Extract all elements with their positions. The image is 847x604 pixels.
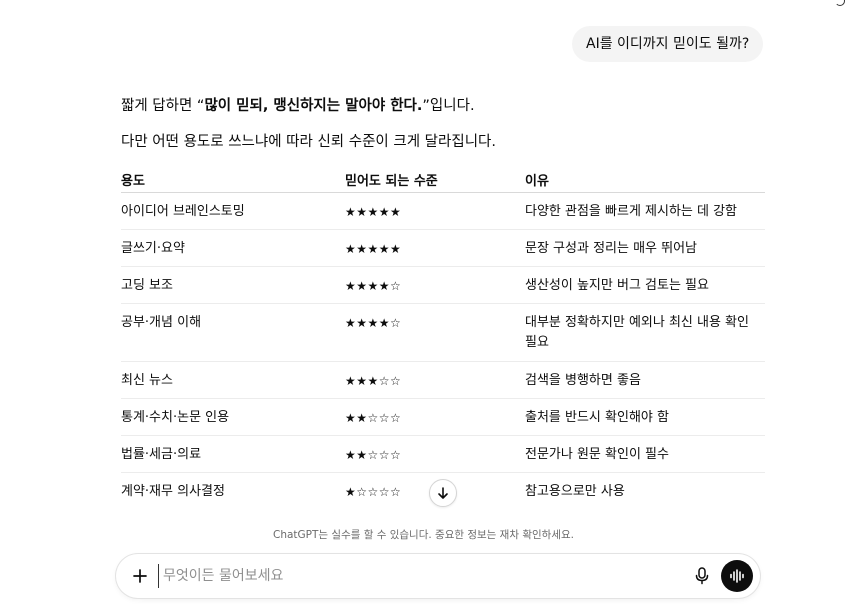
cell-use: 고딩 보조 <box>121 266 345 304</box>
table-header-row: 용도 믿어도 되는 수준 이유 <box>121 166 765 193</box>
cell-stars: ★★☆☆☆ <box>345 435 525 473</box>
arrow-down-icon <box>438 487 448 499</box>
cell-stars: ★★★★☆ <box>345 303 525 362</box>
cell-reason: 다양한 관점을 빠르게 제시하는 데 강함 <box>525 192 765 230</box>
table-row: 공부·개념 이해 ★★★★☆ 대부분 정확하지만 예외나 최신 내용 확인 필요 <box>121 303 765 362</box>
voice-mode-button[interactable] <box>721 560 753 592</box>
cell-reason: 문장 구성과 정리는 매우 뛰어남 <box>525 229 765 267</box>
cell-stars: ★★☆☆☆ <box>345 398 525 436</box>
table-row: 통계·수치·논문 인용 ★★☆☆☆ 출처를 반드시 확인해야 함 <box>121 398 765 436</box>
header-use: 용도 <box>121 166 345 193</box>
answer-summary-bold: 많이 믿되, 맹신하지는 말아야 한다. <box>204 98 423 114</box>
cell-use: 통계·수치·논문 인용 <box>121 398 345 436</box>
cell-use: 아이디어 브레인스토밍 <box>121 192 345 230</box>
cell-reason: 대부분 정확하지만 예외나 최신 내용 확인 필요 <box>525 303 765 362</box>
answer-intro: 다만 어떤 용도로 쓰느냐에 따라 신뢰 수준이 크게 달라집니다. <box>121 134 496 150</box>
table-row: 글쓰기·요약 ★★★★★ 문장 구성과 정리는 매우 뛰어남 <box>121 229 765 267</box>
cell-use: 계약·재무 의사결정 <box>121 484 225 499</box>
cell-use: 글쓰기·요약 <box>121 229 345 267</box>
cell-use: 최신 뉴스 <box>121 361 345 399</box>
cell-reason: 전문가나 원문 확인이 필수 <box>525 435 765 473</box>
user-message-bubble: AI를 이디까지 믿이도 될까? <box>572 26 764 62</box>
composer <box>116 554 760 598</box>
answer-summary: 짧게 답하면 “많이 믿되, 맹신하지는 말아야 한다.”입니다. <box>121 94 475 118</box>
cell-reason: 출처를 반드시 확인해야 함 <box>525 398 765 436</box>
window-corner-icon <box>835 0 845 6</box>
dictate-button[interactable] <box>691 565 713 587</box>
cell-stars: ★★★★★ <box>345 192 525 230</box>
voice-mode-icon <box>730 569 744 583</box>
scroll-to-bottom-button[interactable] <box>429 479 457 507</box>
user-message-text: AI를 이디까지 믿이도 될까? <box>586 36 750 52</box>
table-row: 고딩 보조 ★★★★☆ 생산성이 높지만 버그 검토는 필요 <box>121 266 765 304</box>
plus-icon <box>133 569 147 583</box>
answer-summary-prefix: 짧게 답하면 “ <box>121 98 205 114</box>
header-level: 믿어도 되는 수준 <box>345 166 525 193</box>
cell-stars: ★★★★★ <box>345 229 525 267</box>
microphone-icon <box>695 567 709 585</box>
cell-stars: ★★★☆☆ <box>345 361 525 399</box>
cell-use: 법률·세금·의료 <box>121 435 345 473</box>
prompt-input[interactable] <box>158 564 683 588</box>
cell-reason: 생산성이 높지만 버그 검토는 필요 <box>525 266 765 304</box>
attach-button[interactable] <box>128 564 152 588</box>
disclaimer-text: ChatGPT는 실수를 할 수 있습니다. 중요한 정보는 재차 확인하세요. <box>273 529 574 541</box>
table-row: 최신 뉴스 ★★★☆☆ 검색을 병행하면 좋음 <box>121 361 765 399</box>
cell-stars: ★★★★☆ <box>345 266 525 304</box>
table-row: 아이디어 브레인스토밍 ★★★★★ 다양한 관점을 빠르게 제시하는 데 강함 <box>121 192 765 230</box>
trust-level-table: 용도 믿어도 되는 수준 이유 아이디어 브레인스토밍 ★★★★★ 다양한 관점… <box>121 166 765 510</box>
answer-summary-suffix: ”입니다. <box>422 98 475 114</box>
cell-reason: 검색을 병행하면 좋음 <box>525 361 765 399</box>
table-row: 법률·세금·의료 ★★☆☆☆ 전문가나 원문 확인이 필수 <box>121 435 765 473</box>
cell-reason: 참고용으로만 사용 <box>525 484 625 499</box>
cell-use: 공부·개념 이해 <box>121 303 345 362</box>
header-reason: 이유 <box>525 166 765 193</box>
